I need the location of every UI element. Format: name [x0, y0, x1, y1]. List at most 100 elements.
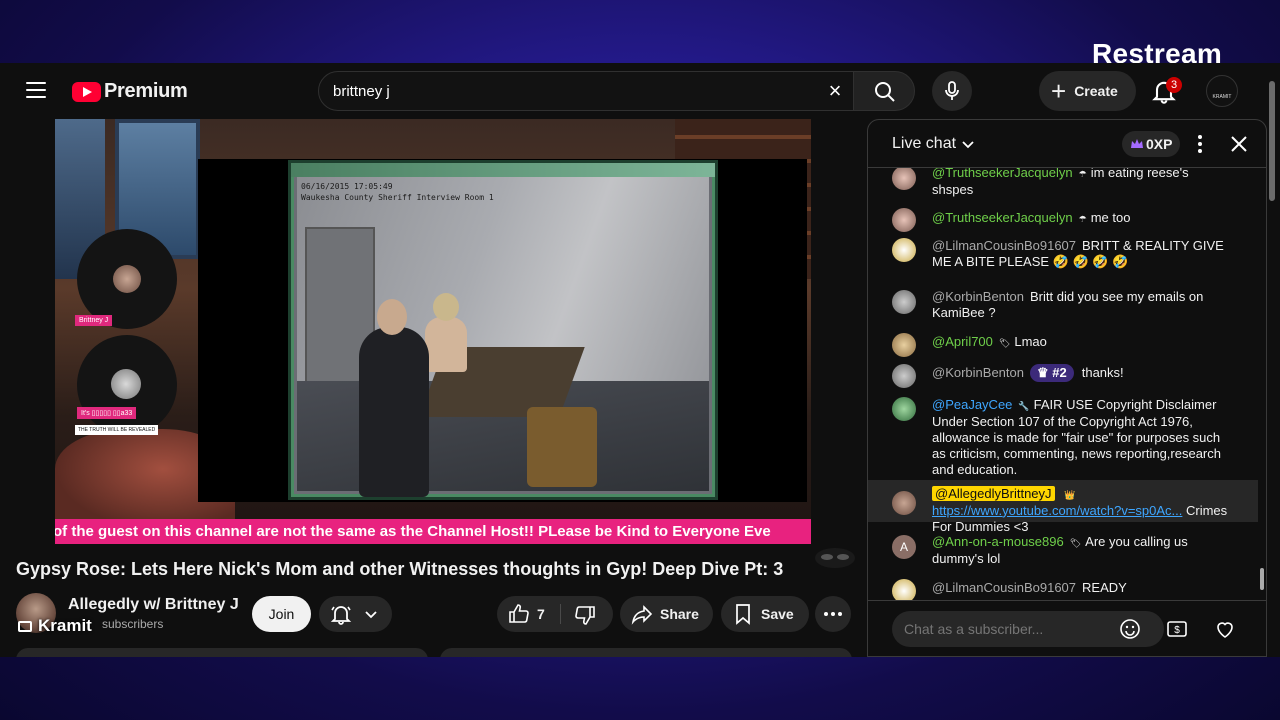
chat-author[interactable]: @KorbinBenton	[932, 365, 1024, 380]
user-avatar[interactable]	[892, 491, 916, 515]
thumbs-up-icon	[509, 604, 529, 623]
member-badge-icon: ☂	[1078, 168, 1087, 179]
guest-name-tag: It's ▯▯▯▯▯ ▯▯a33	[77, 407, 137, 419]
xp-badge[interactable]: 0XP	[1122, 131, 1180, 157]
more-horizontal-icon	[824, 612, 842, 616]
subscriber-count: subscribers	[102, 617, 164, 631]
create-button[interactable]: + Create	[1039, 71, 1136, 111]
ticker-text: of the guest on this channel are not the…	[55, 523, 771, 540]
subscription-bell-button[interactable]	[319, 596, 392, 632]
chat-scrollbar[interactable]	[1260, 568, 1264, 590]
user-avatar[interactable]	[892, 397, 916, 421]
rank-badge: ♛ #2	[1029, 364, 1074, 382]
emoji-icon[interactable]	[1118, 617, 1142, 641]
chat-author[interactable]: @LilmanCousinBo91607	[932, 238, 1076, 253]
super-chat-icon[interactable]: $	[1165, 617, 1189, 641]
guest-face	[111, 369, 141, 399]
close-icon[interactable]	[1228, 133, 1250, 155]
user-avatar[interactable]	[892, 333, 916, 357]
user-avatar[interactable]	[892, 290, 916, 314]
chat-author-owner[interactable]: @AllegedlyBrittneyJ	[932, 486, 1055, 501]
chat-author[interactable]: @TruthseekerJacquelyn	[932, 168, 1073, 180]
chat-header: Live chat 0XP	[868, 120, 1266, 168]
screen-icon	[18, 620, 32, 632]
chat-author[interactable]: @Ann-on-a-mouse896	[932, 534, 1064, 549]
search-value: brittney j	[333, 83, 390, 100]
account-avatar[interactable]: KRAMIT	[1206, 75, 1238, 107]
user-avatar[interactable]	[892, 238, 916, 262]
search-input[interactable]: brittney j ×	[318, 71, 854, 111]
member-badge-icon: 🏷	[998, 337, 1011, 348]
svg-text:$: $	[1174, 625, 1180, 636]
user-avatar[interactable]	[892, 168, 916, 190]
user-avatar[interactable]	[892, 579, 916, 600]
description-card[interactable]	[16, 648, 428, 657]
more-actions-button[interactable]	[815, 596, 851, 632]
chat-author[interactable]: @LilmanCousinBo91607	[932, 580, 1076, 595]
clear-search-icon[interactable]: ×	[823, 80, 847, 104]
join-button[interactable]: Join	[252, 596, 311, 632]
search-button[interactable]	[853, 71, 915, 111]
chat-text: READY	[1082, 580, 1127, 595]
host-name-tag: Brittney J	[75, 315, 113, 326]
interrogation-footage: 06/16/2015 17:05:49 Waukesha County Sher…	[288, 160, 718, 500]
related-card[interactable]	[440, 648, 852, 657]
member-badge-icon: 🏷	[1069, 537, 1082, 548]
chat-messages: @TruthseekerJacquelyn ☂ im eating reese's …	[868, 168, 1266, 600]
dislike-button[interactable]	[561, 596, 613, 632]
save-button[interactable]: Save	[721, 596, 809, 632]
video-player[interactable]: Brittney J It's ▯▯▯▯▯ ▯▯a33 THE TRUTH WI…	[55, 119, 811, 544]
like-button[interactable]: 7	[497, 596, 561, 632]
chat-input-area: $	[868, 600, 1266, 656]
heart-icon[interactable]	[1213, 617, 1237, 641]
hamburger-menu-icon[interactable]	[26, 82, 46, 100]
like-dislike-group: 7	[497, 596, 613, 632]
top-bar: Premium brittney j × + Create 3 KRAMIT	[0, 63, 1280, 119]
stream-overlay-label: Kramit	[18, 616, 92, 636]
search-icon	[875, 82, 895, 102]
user-avatar[interactable]	[892, 208, 916, 232]
like-count: 7	[537, 606, 545, 622]
streamer-name: Kramit	[38, 616, 92, 635]
mask-logo-icon	[815, 548, 855, 568]
chat-author[interactable]: @TruthseekerJacquelyn	[932, 210, 1073, 225]
notification-count-badge: 3	[1166, 77, 1182, 93]
bell-icon	[330, 606, 352, 625]
scrolling-ticker: of the guest on this channel are not the…	[55, 519, 811, 544]
room-chair	[527, 407, 597, 487]
save-label: Save	[761, 606, 794, 622]
seated-person	[425, 293, 467, 372]
member-badge-icon: 👑	[1064, 489, 1076, 500]
interview-room	[297, 177, 709, 497]
bookmark-icon	[736, 604, 750, 625]
youtube-premium-logo[interactable]: Premium	[72, 80, 188, 103]
chat-author[interactable]: @PeaJayCee	[932, 397, 1012, 412]
xp-label: 0XP	[1146, 136, 1173, 152]
chat-link[interactable]: https://www.youtube.com/watch?v=sp0Ac...	[932, 503, 1182, 518]
chat-text: thanks!	[1081, 365, 1124, 380]
live-chat-panel: Live chat 0XP @TruthseekerJacquelyn ☂ im…	[867, 119, 1267, 657]
more-vertical-icon[interactable]	[1190, 133, 1210, 155]
footage-timestamp: 06/16/2015 17:05:49 Waukesha County Sher…	[301, 182, 494, 202]
page-scrollbar[interactable]	[1268, 71, 1276, 651]
chat-author[interactable]: @April700	[932, 334, 993, 349]
chat-text: me too	[1090, 210, 1131, 225]
user-avatar[interactable]	[892, 364, 916, 388]
chevron-down-icon[interactable]	[960, 136, 976, 152]
user-avatar[interactable]: A	[892, 535, 916, 559]
voice-search-button[interactable]	[932, 71, 972, 111]
plus-icon: +	[1051, 76, 1067, 106]
chevron-down-icon	[365, 611, 377, 619]
chat-title[interactable]: Live chat	[892, 135, 956, 153]
channel-name[interactable]: Allegedly w/ Brittney J	[68, 596, 239, 614]
share-button[interactable]: Share	[620, 596, 713, 632]
chat-author[interactable]: @KorbinBenton	[932, 289, 1024, 304]
video-title: Gypsy Rose: Lets Here Nick's Mom and oth…	[16, 559, 784, 579]
crown-icon	[1131, 139, 1143, 148]
guest-sub-tag: THE TRUTH WILL BE REVEALED	[75, 425, 159, 435]
share-icon	[631, 605, 653, 625]
logo-text: Premium	[104, 80, 188, 102]
youtube-app: Premium brittney j × + Create 3 KRAMIT B…	[0, 63, 1280, 657]
host-face	[113, 265, 141, 293]
window-titlebar	[291, 163, 715, 177]
